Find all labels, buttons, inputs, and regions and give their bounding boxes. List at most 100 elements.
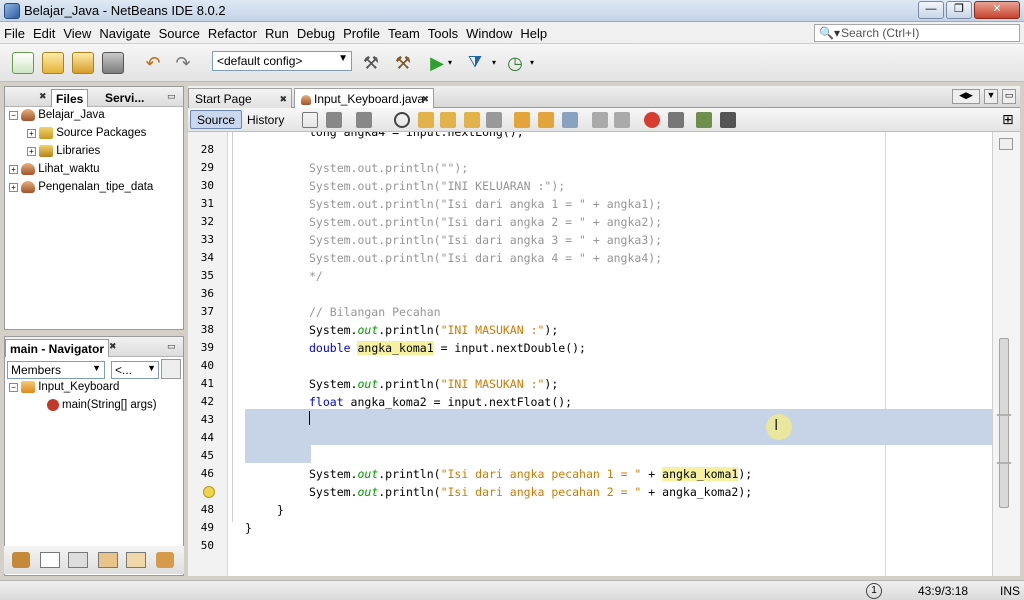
tree-item-lihat-waktu[interactable]: + Lihat_waktu xyxy=(9,163,100,181)
save-all-icon[interactable] xyxy=(102,52,124,74)
menu-profile[interactable]: Profile xyxy=(339,22,384,41)
menu-debug[interactable]: Debug xyxy=(293,22,339,41)
undo-icon[interactable]: ↶ xyxy=(142,52,164,74)
forward-icon[interactable] xyxy=(356,112,372,128)
minimize-panel-icon[interactable]: ▭ xyxy=(167,341,176,352)
navigator-options-icon[interactable] xyxy=(161,359,181,379)
collapse-icon[interactable]: − xyxy=(9,111,18,121)
fold-guide xyxy=(232,132,233,522)
line-number: 42 xyxy=(200,395,214,408)
toggle-rect-selection-icon[interactable] xyxy=(486,112,502,128)
shift-left-icon[interactable] xyxy=(592,112,608,128)
close-tab-icon[interactable]: ✖ xyxy=(421,94,429,105)
toggle-bookmark-icon[interactable] xyxy=(562,112,578,128)
configuration-select[interactable]: <default config> ▼ xyxy=(212,51,352,71)
debug-project-icon[interactable]: ⧩ xyxy=(464,52,486,74)
expand-icon[interactable]: + xyxy=(9,183,18,193)
members-select[interactable]: Members ▼ xyxy=(7,361,105,379)
close-navigator-tab-icon[interactable]: ✖ xyxy=(109,341,117,352)
tree-item-belajar-java[interactable]: − Belajar_Java xyxy=(9,109,105,127)
menu-refactor[interactable]: Refactor xyxy=(204,22,261,41)
last-edit-icon[interactable] xyxy=(302,112,318,128)
new-file-icon[interactable] xyxy=(12,52,34,74)
tree-item-input-keyboard[interactable]: − Input_Keyboard xyxy=(9,381,119,399)
new-project-icon[interactable] xyxy=(42,52,64,74)
expand-icon[interactable]: + xyxy=(27,147,36,157)
find-icon[interactable] xyxy=(394,112,410,128)
tab-source[interactable]: Source xyxy=(190,110,243,129)
close-button[interactable]: ✕ xyxy=(974,1,1020,19)
menu-source[interactable]: Source xyxy=(155,22,204,41)
scroll-tabs-icon[interactable]: ◀▶ xyxy=(952,89,980,104)
sort-filter-icon[interactable] xyxy=(126,552,146,568)
toggle-highlight-icon[interactable] xyxy=(464,112,480,128)
close-tab-icon[interactable]: ✖ xyxy=(279,94,287,105)
editor-scrollbar[interactable] xyxy=(992,132,1020,576)
debug-dropdown-icon[interactable]: ▾ xyxy=(492,52,502,74)
menu-help[interactable]: Help xyxy=(516,22,551,41)
menu-tools[interactable]: Tools xyxy=(424,22,462,41)
uncomment-icon[interactable] xyxy=(720,112,736,128)
tree-item-main-method[interactable]: main(String[] args) xyxy=(47,399,157,417)
code-line-32: System.out.println("Isi dari angka 2 = "… xyxy=(309,215,663,229)
run-dropdown-icon[interactable]: ▾ xyxy=(448,52,458,74)
static-filter-icon[interactable] xyxy=(40,552,60,568)
next-bookmark-icon[interactable] xyxy=(538,112,554,128)
line-number: 41 xyxy=(200,377,214,390)
split-editor-icon[interactable]: ⊞ xyxy=(1002,111,1014,128)
stop-macro-recording-icon[interactable] xyxy=(668,112,684,128)
find-next-icon[interactable] xyxy=(440,112,456,128)
close-projects-tab-icon[interactable]: ✖ xyxy=(39,91,47,102)
tab-files[interactable]: Files xyxy=(51,89,89,107)
minimize-panel-icon[interactable]: ▭ xyxy=(167,91,176,102)
inherited-filter-icon[interactable] xyxy=(98,552,118,568)
menu-view[interactable]: View xyxy=(59,22,95,41)
tab-navigator[interactable]: main - Navigator xyxy=(5,339,110,357)
menu-team[interactable]: Team xyxy=(384,22,424,41)
non-public-filter-icon[interactable] xyxy=(68,552,88,568)
redo-icon[interactable]: ↷ xyxy=(172,52,194,74)
menu-navigate[interactable]: Navigate xyxy=(95,22,154,41)
expand-icon[interactable]: + xyxy=(27,129,36,139)
start-macro-recording-icon[interactable] xyxy=(644,112,660,128)
maximize-editor-icon[interactable]: ▭ xyxy=(1002,89,1016,104)
profile-dropdown-icon[interactable]: ▾ xyxy=(530,52,540,74)
code-editor[interactable]: long angka4 = input.nextLong(); 28 29 30… xyxy=(188,132,992,576)
minimize-button[interactable]: — xyxy=(918,1,944,19)
expand-icon[interactable]: + xyxy=(9,165,18,175)
error-stripe-mark[interactable] xyxy=(997,462,1011,464)
menu-run[interactable]: Run xyxy=(261,22,293,41)
tab-start-page[interactable]: Start Page ✖ xyxy=(188,88,292,108)
lightbulb-hint-icon[interactable] xyxy=(203,486,215,498)
error-stripe-mark[interactable] xyxy=(997,414,1011,416)
fields-filter-icon[interactable] xyxy=(12,552,30,568)
tree-item-pengenalan-tipe-data[interactable]: + Pengenalan_tipe_data xyxy=(9,181,153,199)
tab-history[interactable]: History xyxy=(240,110,291,129)
tab-input-keyboard[interactable]: Input_Keyboard.java ✖ xyxy=(294,88,434,108)
comment-icon[interactable] xyxy=(696,112,712,128)
code-line-35: */ xyxy=(309,269,323,283)
open-project-icon[interactable] xyxy=(72,52,94,74)
tree-item-libraries[interactable]: + Libraries xyxy=(27,145,100,163)
filter-select[interactable]: <... ▼ xyxy=(111,361,159,379)
build-hammer-icon[interactable]: ⚒ xyxy=(360,52,382,74)
notifications-icon[interactable]: 1 xyxy=(866,583,882,599)
collapse-icon[interactable]: − xyxy=(9,383,18,393)
maximize-button[interactable]: ❐ xyxy=(946,1,972,19)
tab-services[interactable]: Servi... xyxy=(101,89,148,107)
previous-bookmark-icon[interactable] xyxy=(514,112,530,128)
menu-file[interactable]: File xyxy=(0,22,29,41)
menu-window[interactable]: Window xyxy=(462,22,516,41)
back-icon[interactable] xyxy=(326,112,342,128)
filter-toggle-icon[interactable] xyxy=(156,552,174,568)
menu-edit[interactable]: Edit xyxy=(29,22,59,41)
tree-item-source-packages[interactable]: + Source Packages xyxy=(27,127,146,145)
run-project-icon[interactable]: ▶ xyxy=(426,52,448,74)
shift-right-icon[interactable] xyxy=(614,112,630,128)
clean-build-icon[interactable]: ⚒ xyxy=(392,52,414,74)
scrollbar-thumb[interactable] xyxy=(999,338,1009,508)
profile-project-icon[interactable]: ◷ xyxy=(504,52,526,74)
search-input[interactable]: 🔍▾ Search (Ctrl+I) xyxy=(814,24,1020,42)
find-previous-icon[interactable] xyxy=(418,112,434,128)
tab-list-icon[interactable]: ▼ xyxy=(984,89,998,104)
